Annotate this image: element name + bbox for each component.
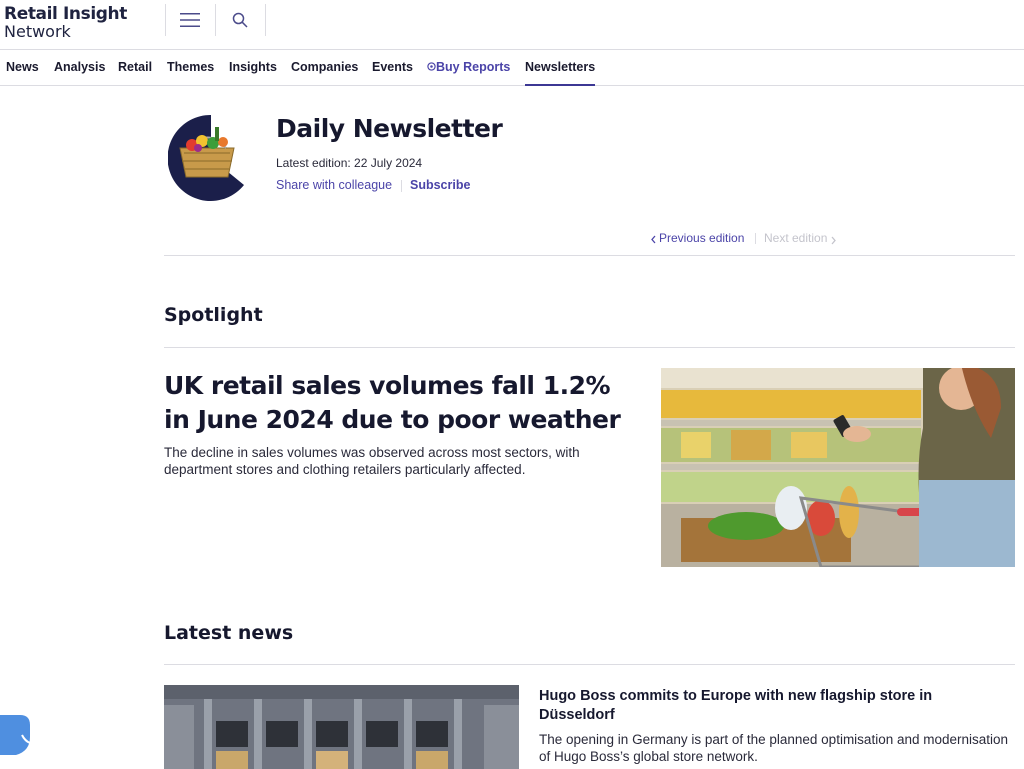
menu-button[interactable] xyxy=(165,4,215,36)
share-with-colleague-link[interactable]: Share with colleague xyxy=(276,178,392,192)
previous-edition-link[interactable]: Previous edition xyxy=(650,231,744,245)
next-edition-link: Next edition xyxy=(764,231,837,245)
nav-newsletters[interactable]: Newsletters xyxy=(525,50,596,86)
search-icon xyxy=(232,12,248,28)
divider xyxy=(164,664,1015,665)
newsletter-image xyxy=(167,114,244,201)
previous-edition-label: Previous edition xyxy=(659,231,745,245)
chevron-left-icon xyxy=(651,235,656,244)
latest-edition-date: Latest edition: 22 July 2024 xyxy=(276,156,423,170)
news-item-image[interactable] xyxy=(164,685,519,769)
chevron-right-icon xyxy=(831,236,837,245)
buy-reports-icon xyxy=(427,62,436,71)
nav-insights[interactable]: Insights xyxy=(229,50,277,86)
header-divider xyxy=(265,4,266,36)
site-header: Retail Insight Network xyxy=(0,0,1024,50)
nav-themes[interactable]: Themes xyxy=(167,50,214,86)
edition-divider xyxy=(755,233,756,244)
nav-buy-reports[interactable]: Buy Reports xyxy=(427,50,510,86)
spotlight-heading: Spotlight xyxy=(164,304,263,326)
link-divider xyxy=(401,180,402,192)
news-item-headline[interactable]: Hugo Boss commits to Europe with new fla… xyxy=(539,687,1009,725)
nav-buy-reports-label: Buy Reports xyxy=(436,60,511,74)
newsletter-title: Daily Newsletter xyxy=(276,114,503,143)
next-edition-label: Next edition xyxy=(764,231,828,245)
news-item-description: The opening in Germany is part of the pl… xyxy=(539,732,1009,764)
nav-events[interactable]: Events xyxy=(372,50,413,86)
hamburger-menu-icon xyxy=(180,13,200,27)
logo-line-2: Network xyxy=(4,22,71,41)
latest-news-heading: Latest news xyxy=(164,622,294,644)
site-logo[interactable]: Retail Insight Network xyxy=(4,5,127,41)
chat-widget-button[interactable] xyxy=(0,715,32,757)
subscribe-link[interactable]: Subscribe xyxy=(410,178,470,192)
nav-news[interactable]: News xyxy=(6,50,39,86)
nav-retail[interactable]: Retail xyxy=(118,50,152,86)
divider xyxy=(164,255,1015,256)
nav-analysis[interactable]: Analysis xyxy=(54,50,105,86)
spotlight-headline[interactable]: UK retail sales volumes fall 1.2% in Jun… xyxy=(164,369,634,437)
divider xyxy=(164,347,1015,348)
logo-line-1: Retail Insight xyxy=(4,4,127,24)
spotlight-image[interactable] xyxy=(661,368,1015,567)
search-button[interactable] xyxy=(215,4,265,36)
main-nav: News Analysis Retail Themes Insights Com… xyxy=(0,50,1024,86)
nav-companies[interactable]: Companies xyxy=(291,50,358,86)
chat-widget-icon xyxy=(0,715,31,755)
spotlight-description: The decline in sales volumes was observe… xyxy=(164,445,580,477)
